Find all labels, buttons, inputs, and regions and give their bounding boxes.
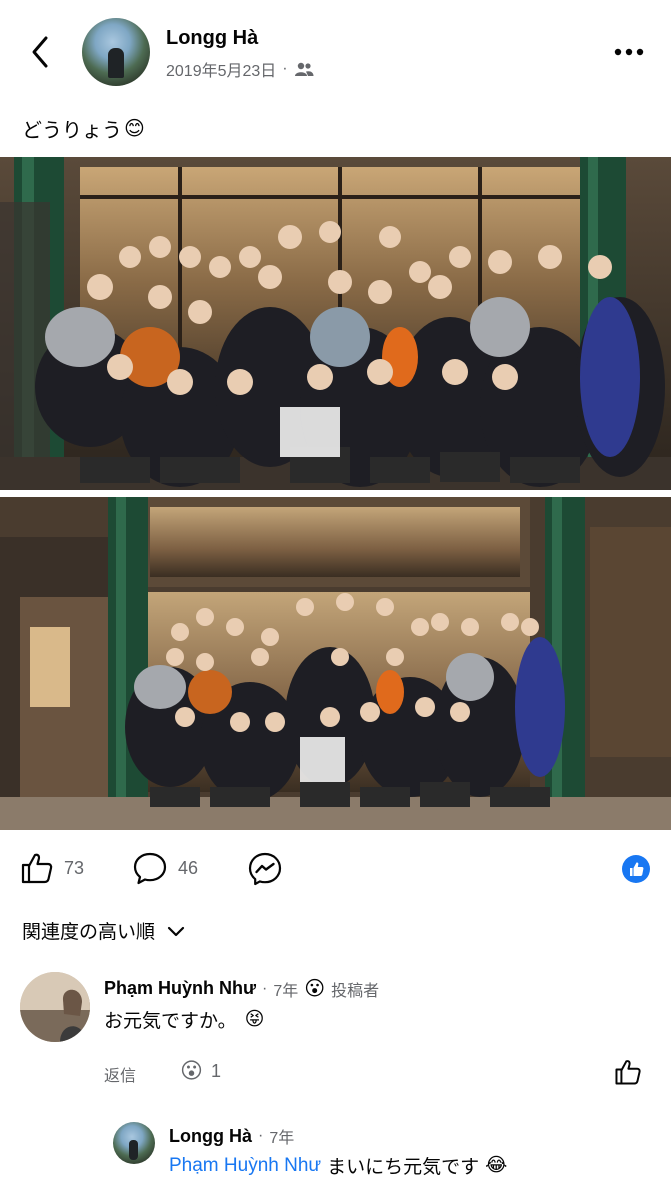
reaction-count: 1 <box>210 1060 221 1081</box>
laughing-emoji: 😂 <box>485 1155 508 1176</box>
like-badge-thumb <box>630 862 644 876</box>
meta-separator: · <box>282 60 288 77</box>
chevron-down-icon <box>167 926 185 936</box>
messenger-share-button[interactable] <box>247 851 283 887</box>
group-photo-2-image <box>0 497 671 830</box>
post-text: どうりょう 😊 <box>22 114 145 143</box>
thumbs-up-icon <box>21 853 53 884</box>
author-badge: 投稿者 <box>331 982 380 1000</box>
comment-reactions[interactable]: 😮 1 <box>180 1058 221 1084</box>
reply-author-avatar[interactable] <box>113 1122 155 1164</box>
friends-icon[interactable] <box>294 61 314 77</box>
smile-emoji: 😊 <box>124 118 145 140</box>
surprised-emoji: 😮 <box>304 978 326 1000</box>
post-caption: どうりょう <box>22 120 122 142</box>
comment-button[interactable]: 46 <box>132 851 198 885</box>
like-count: 73 <box>64 857 85 878</box>
reply-separator: · <box>258 1127 264 1144</box>
reply-time[interactable]: 7年 <box>269 1124 294 1148</box>
commenter-avatar[interactable] <box>20 972 90 1042</box>
comment-separator: · <box>262 979 268 997</box>
post-date[interactable]: 2019年5月23日 <box>166 57 276 81</box>
post-meta: 2019年5月23日 · <box>166 57 314 81</box>
reply-text: Phạm Huỳnh Như まいにち元気です 😂 <box>169 1152 507 1179</box>
tongue-emoji: 😝 <box>244 1009 265 1030</box>
more-options-button[interactable] <box>612 40 646 64</box>
comment-time[interactable]: 7年 <box>273 977 298 1001</box>
reply-body: まいにち元気です <box>327 1157 480 1178</box>
group-photo-1[interactable] <box>0 157 671 490</box>
chevron-left-icon <box>32 36 48 68</box>
messenger-icon <box>248 852 282 886</box>
reply-author-name[interactable]: Longg Hà <box>169 1126 252 1147</box>
group-photo-1-image <box>0 157 671 490</box>
more-icon <box>614 48 644 56</box>
comment-header: Phạm Huỳnh Như · 7年 😮 投稿者 <box>104 976 379 1001</box>
reply-header: Longg Hà · 7年 <box>169 1124 294 1148</box>
comment-icon <box>133 852 167 885</box>
like-button[interactable]: 73 <box>20 851 84 885</box>
sort-label: 関連度の高い順 <box>22 922 156 943</box>
comment-text: お元気ですか。 😝 <box>104 1006 264 1033</box>
comment-count: 46 <box>178 857 199 878</box>
group-photo-2[interactable] <box>0 497 671 830</box>
like-badge-icon[interactable] <box>622 855 650 883</box>
reaction-emoji: 😮 <box>180 1058 203 1083</box>
post-actions: 73 46 <box>0 845 671 891</box>
author-name[interactable]: Longg Hà <box>166 27 258 50</box>
commenter-name[interactable]: Phạm Huỳnh Như <box>104 978 256 999</box>
reply-button[interactable]: 返信 <box>104 1062 136 1086</box>
comment-actions: 返信 😮 1 <box>104 1058 644 1088</box>
reply-avatar-image <box>129 1140 138 1160</box>
comment-like-button[interactable] <box>614 1058 642 1091</box>
avatar-figure <box>108 48 124 78</box>
thumbs-up-icon <box>615 1060 641 1085</box>
back-button[interactable] <box>26 30 56 74</box>
reply-mention[interactable]: Phạm Huỳnh Như <box>169 1155 321 1177</box>
author-avatar[interactable] <box>82 18 150 86</box>
post-header: Longg Hà 2019年5月23日 · <box>0 0 671 100</box>
comment-sort-dropdown[interactable]: 関連度の高い順 <box>22 917 185 944</box>
comment-body: お元気ですか。 <box>104 1011 237 1032</box>
commenter-avatar-image <box>20 972 90 1042</box>
